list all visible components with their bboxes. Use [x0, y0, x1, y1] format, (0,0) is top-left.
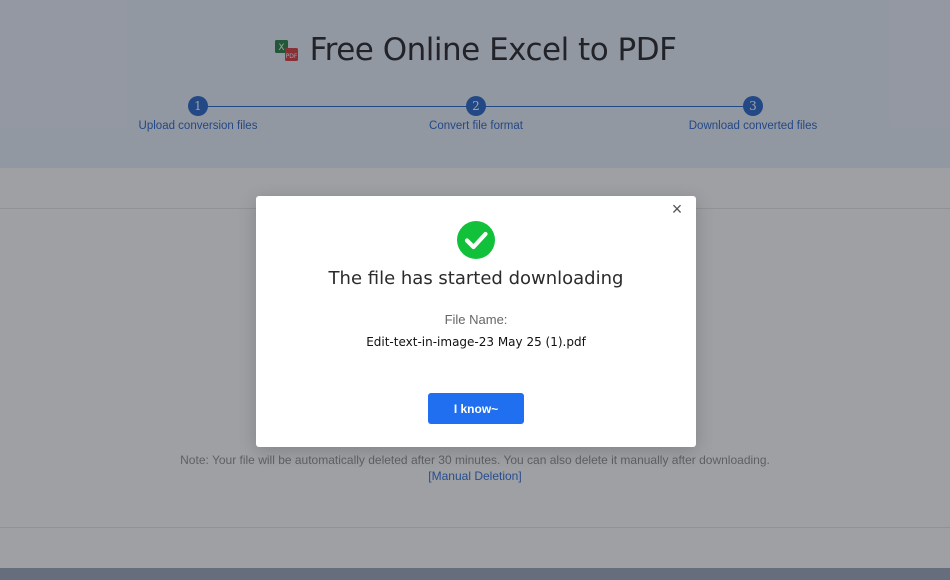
acknowledge-button[interactable]: I know~: [428, 393, 524, 424]
dialog-headline: The file has started downloading: [328, 268, 624, 289]
file-name-value: Edit-text-in-image-23 May 25 (1).pdf: [366, 335, 586, 349]
download-started-dialog: × The file has started downloading File …: [256, 196, 696, 447]
check-circle-icon: [456, 220, 496, 260]
file-name-label: File Name:: [444, 312, 508, 327]
close-icon[interactable]: ×: [668, 200, 686, 218]
